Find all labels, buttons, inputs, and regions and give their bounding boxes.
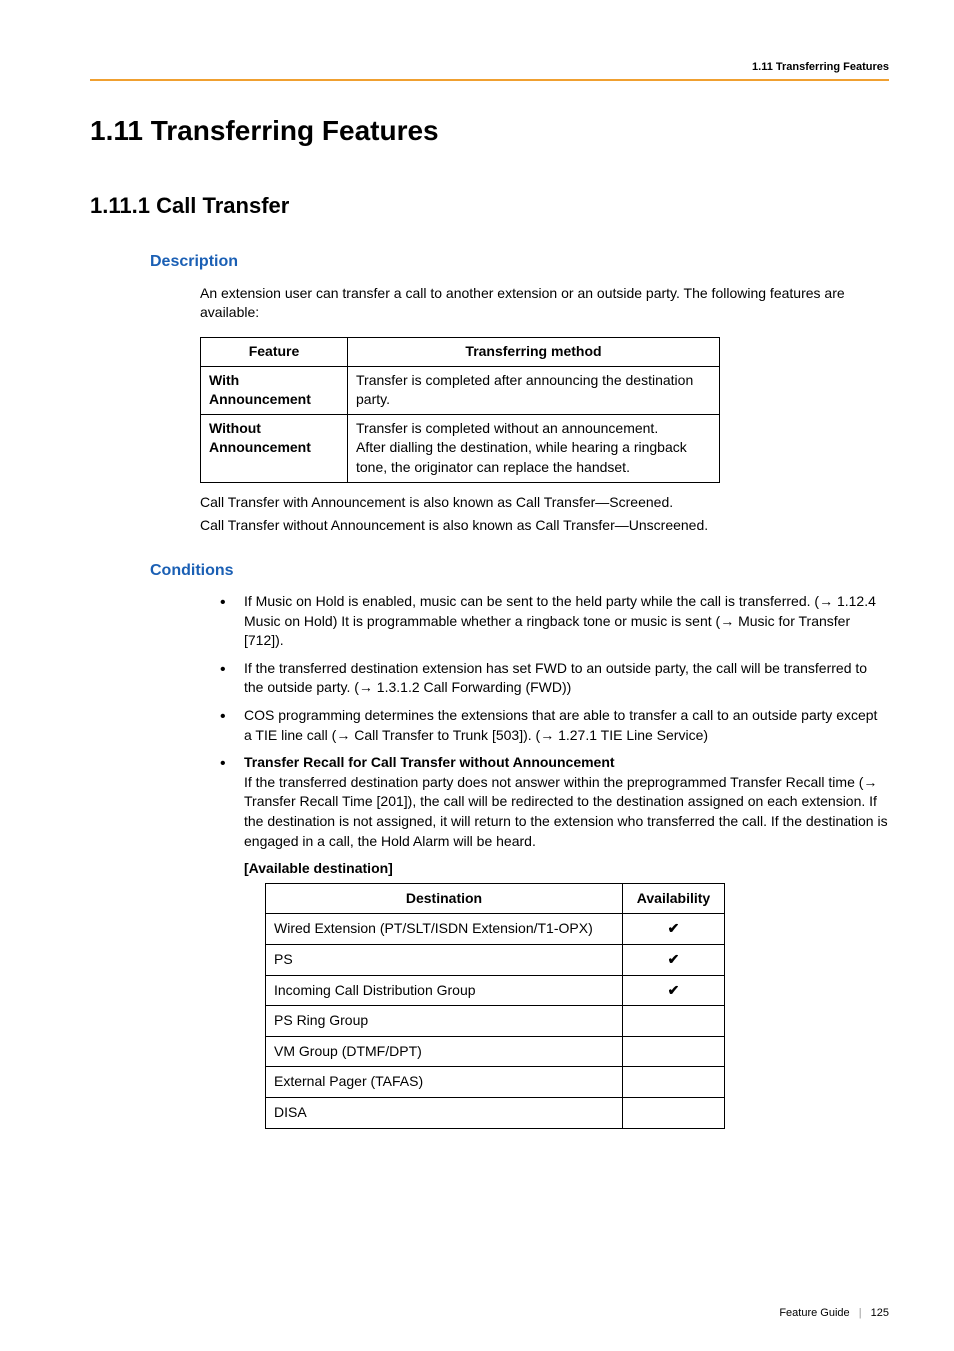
- avail-cell: ✔: [623, 975, 725, 1006]
- avail-cell: ✔: [623, 945, 725, 976]
- arrow-icon: →: [819, 592, 833, 612]
- col-destination: Destination: [266, 883, 623, 914]
- arrow-icon: →: [359, 678, 373, 698]
- text: Transfer Recall Time [201]), the call wi…: [244, 793, 888, 848]
- conditions-list: If Music on Hold is enabled, music can b…: [220, 592, 889, 851]
- heading-1: 1.11 Transferring Features: [90, 111, 889, 150]
- dest-cell: External Pager (TAFAS): [266, 1067, 623, 1098]
- feature-line: Announcement: [209, 439, 311, 455]
- table-row: Without Announcement Transfer is complet…: [201, 414, 720, 482]
- table-row: Incoming Call Distribution Group ✔: [266, 975, 725, 1006]
- table-row: PS ✔: [266, 945, 725, 976]
- col-feature: Feature: [201, 337, 348, 366]
- table-row: DISA: [266, 1097, 725, 1128]
- table-row: VM Group (DTMF/DPT): [266, 1036, 725, 1067]
- dest-cell: DISA: [266, 1097, 623, 1128]
- list-item: If Music on Hold is enabled, music can b…: [220, 592, 889, 651]
- footer-separator: |: [859, 1307, 862, 1319]
- text: If the transferred destination party doe…: [244, 774, 863, 790]
- feature-cell: With Announcement: [201, 366, 348, 414]
- list-item: COS programming determines the extension…: [220, 706, 889, 745]
- col-method: Transferring method: [348, 337, 720, 366]
- col-availability: Availability: [623, 883, 725, 914]
- available-destination-heading: [Available destination]: [244, 859, 889, 879]
- method-cell: Transfer is completed after announcing t…: [348, 366, 720, 414]
- footer-label: Feature Guide: [779, 1307, 849, 1319]
- header-divider: [90, 79, 889, 81]
- avail-cell: [623, 1067, 725, 1098]
- destination-table: Destination Availability Wired Extension…: [265, 883, 725, 1129]
- arrow-icon: →: [863, 773, 877, 793]
- avail-cell: [623, 1006, 725, 1037]
- bold-subtitle: Transfer Recall for Call Transfer withou…: [244, 754, 615, 770]
- page-footer: Feature Guide | 125: [779, 1306, 889, 1321]
- text: If Music on Hold is enabled, music can b…: [244, 593, 819, 609]
- table-row: Wired Extension (PT/SLT/ISDN Extension/T…: [266, 914, 725, 945]
- footer-page-number: 125: [871, 1307, 889, 1319]
- feature-line: Announcement: [209, 391, 311, 407]
- feature-line: Without: [209, 420, 261, 436]
- page-header-title: 1.11 Transferring Features: [90, 60, 889, 75]
- list-item: If the transferred destination extension…: [220, 659, 889, 698]
- table-row: External Pager (TAFAS): [266, 1067, 725, 1098]
- dest-cell: Wired Extension (PT/SLT/ISDN Extension/T…: [266, 914, 623, 945]
- heading-2: 1.11.1 Call Transfer: [90, 191, 889, 222]
- arrow-icon: →: [336, 726, 350, 746]
- arrow-icon: →: [540, 726, 554, 746]
- avail-cell: [623, 1036, 725, 1067]
- feature-line: With: [209, 372, 239, 388]
- feature-table: Feature Transferring method With Announc…: [200, 337, 720, 483]
- description-heading: Description: [150, 251, 889, 273]
- page: 1.11 Transferring Features 1.11 Transfer…: [0, 0, 954, 1351]
- dest-cell: Incoming Call Distribution Group: [266, 975, 623, 1006]
- dest-cell: PS Ring Group: [266, 1006, 623, 1037]
- arrow-icon: →: [720, 612, 734, 632]
- text: Call Transfer to Trunk [503]). (: [350, 727, 540, 743]
- avail-cell: ✔: [623, 914, 725, 945]
- table-row: PS Ring Group: [266, 1006, 725, 1037]
- conditions-heading: Conditions: [150, 560, 889, 582]
- dest-cell: PS: [266, 945, 623, 976]
- list-item: Transfer Recall for Call Transfer withou…: [220, 753, 889, 851]
- dest-cell: VM Group (DTMF/DPT): [266, 1036, 623, 1067]
- method-cell: Transfer is completed without an announc…: [348, 414, 720, 482]
- text: 1.27.1 TIE Line Service): [554, 727, 708, 743]
- avail-cell: [623, 1097, 725, 1128]
- description-intro: An extension user can transfer a call to…: [200, 284, 889, 323]
- after-table-text-2: Call Transfer without Announcement is al…: [200, 516, 889, 536]
- after-table-text-1: Call Transfer with Announcement is also …: [200, 493, 889, 513]
- table-row: With Announcement Transfer is completed …: [201, 366, 720, 414]
- table-header-row: Feature Transferring method: [201, 337, 720, 366]
- text: 1.3.1.2 Call Forwarding (FWD)): [373, 679, 571, 695]
- table-header-row: Destination Availability: [266, 883, 725, 914]
- feature-cell: Without Announcement: [201, 414, 348, 482]
